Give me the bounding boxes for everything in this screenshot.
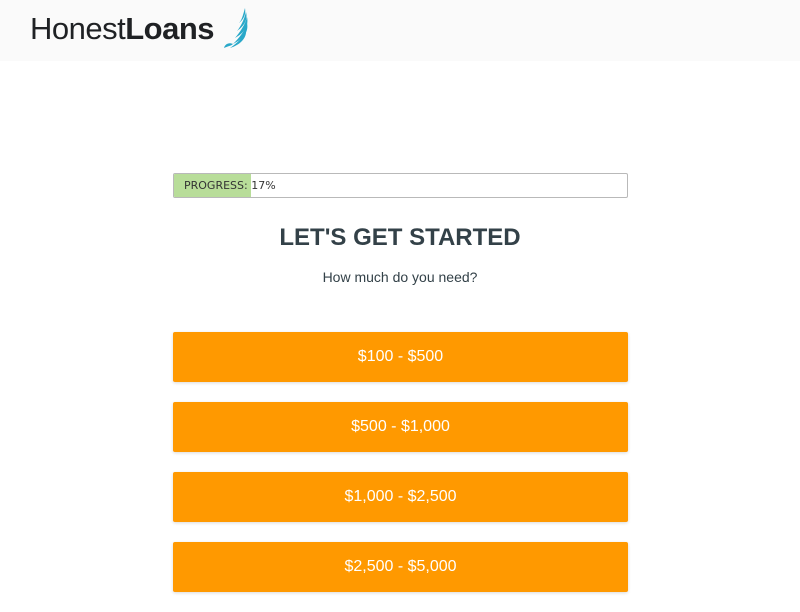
logo-text-bold: Loans (125, 10, 215, 46)
amount-option-2500-5000[interactable]: $2,500 - $5,000 (173, 542, 628, 592)
page-title: LET'S GET STARTED (279, 224, 521, 251)
honestloans-logo[interactable]: Honest Loans (30, 6, 250, 50)
logo-text-light: Honest (30, 10, 126, 46)
amount-option-100-500[interactable]: $100 - $500 (173, 332, 628, 382)
amount-option-1000-2500[interactable]: $1,000 - $2,500 (173, 472, 628, 522)
amount-option-500-1000[interactable]: $500 - $1,000 (173, 402, 628, 452)
progress-bar: PROGRESS: 17% (173, 173, 628, 198)
wing-icon (224, 8, 248, 48)
progress-value: 17% (251, 179, 276, 192)
loan-amount-options: $100 - $500 $500 - $1,000 $1,000 - $2,50… (173, 332, 628, 612)
question-text: How much do you need? (322, 269, 478, 285)
progress-label: PROGRESS: 17% (184, 174, 276, 197)
progress-label-text: PROGRESS: (184, 179, 248, 192)
site-header: Honest Loans (0, 0, 800, 61)
logo-wordmark: Honest Loans (30, 10, 215, 46)
